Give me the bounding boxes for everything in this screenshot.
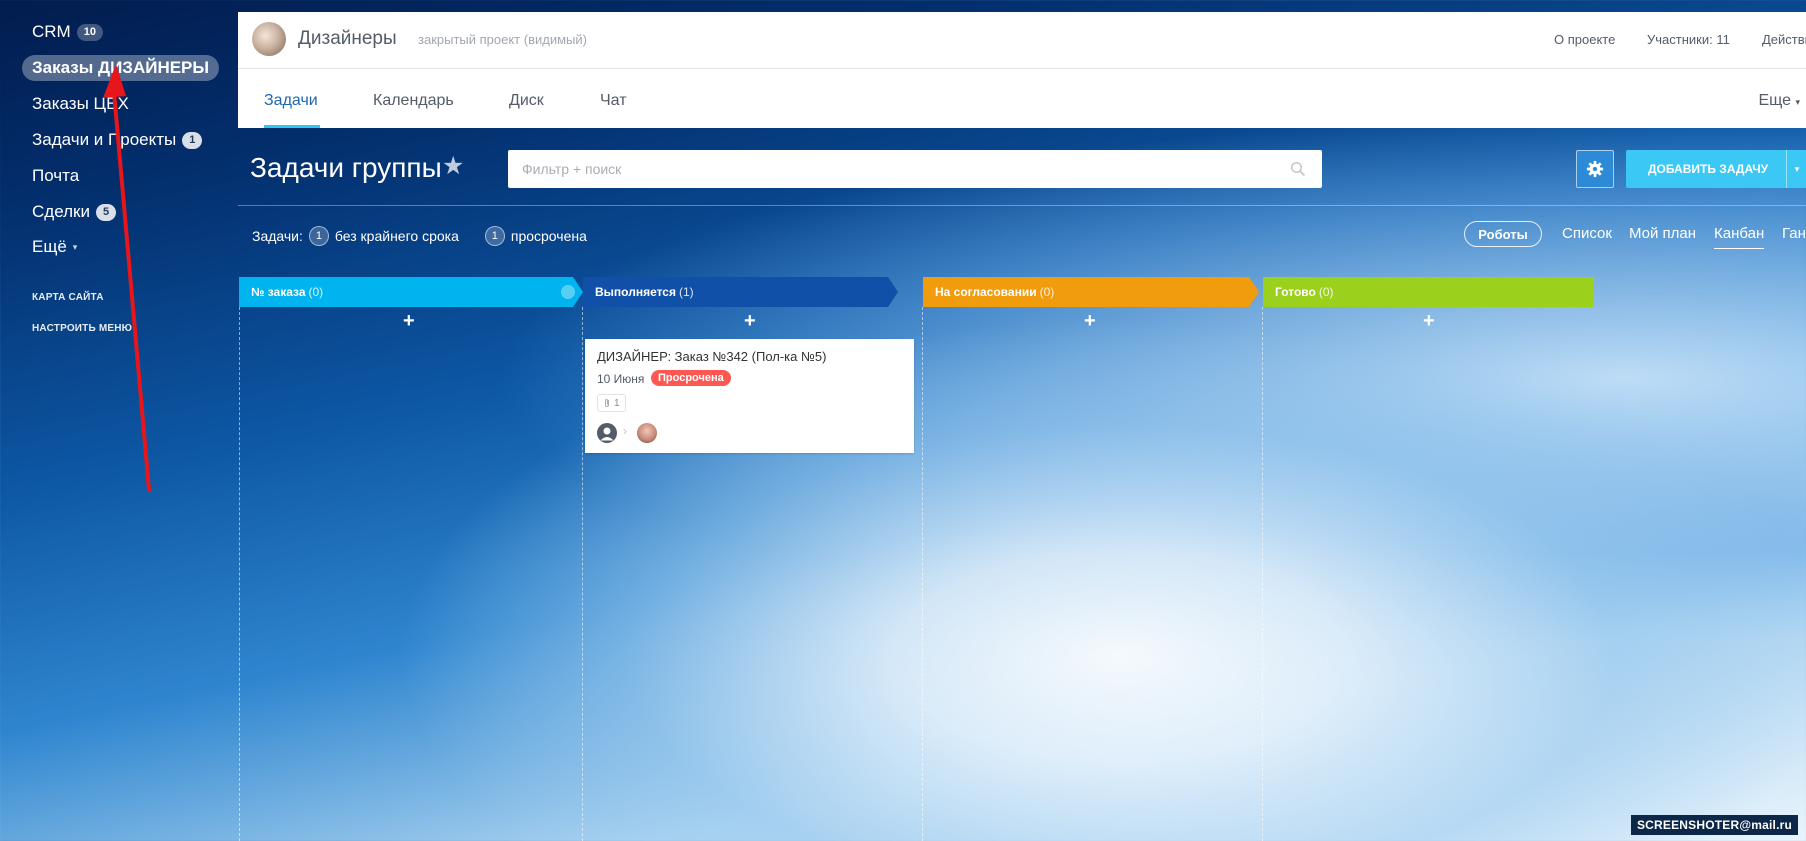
project-type: закрытый проект (видимый) xyxy=(418,32,587,47)
menu-item-deals[interactable]: Сделки 5 xyxy=(32,202,117,222)
menu-item-crm[interactable]: CRM 10 xyxy=(32,22,103,42)
add-task-plus-approval[interactable]: + xyxy=(1084,310,1096,333)
menu-item-label: Задачи и Проекты xyxy=(32,130,177,149)
task-counters: Задачи: 1 без крайнего срока 1 просрочен… xyxy=(252,226,587,246)
stage-order-number[interactable]: № заказа (0) xyxy=(239,277,583,307)
responsible-avatar[interactable] xyxy=(637,423,657,443)
more-label: Еще xyxy=(1758,92,1792,109)
stage-in-progress[interactable]: Выполняется (1) xyxy=(583,277,898,307)
menu-item-mail[interactable]: Почта xyxy=(32,166,79,186)
left-menu: CRM 10 Заказы ДИЗАЙНЕРЫ Заказы ЦЕХ Задач… xyxy=(0,0,238,841)
stage-count: (0) xyxy=(308,285,324,299)
attachments-count: 1 xyxy=(614,397,620,409)
settings-button[interactable] xyxy=(1576,150,1614,188)
column-border xyxy=(582,307,583,841)
menu-item-label: Заказы ДИЗАЙНЕРЫ xyxy=(32,58,210,77)
star-icon[interactable]: ★ xyxy=(442,151,464,181)
task-title[interactable]: ДИЗАЙНЕР: Заказ №342 (Пол-ка №5) xyxy=(597,349,827,364)
project-name[interactable]: Дизайнеры xyxy=(298,28,397,50)
chevron-down-icon: ▾ xyxy=(72,241,78,252)
creator-avatar[interactable] xyxy=(597,423,617,443)
menu-item-counter: 10 xyxy=(76,23,103,41)
no-deadline-link[interactable]: без крайнего срока xyxy=(335,228,459,244)
menu-item-label: Ещё xyxy=(32,237,67,256)
toolbar-divider xyxy=(238,205,1806,206)
add-task-button[interactable]: ДОБАВИТЬ ЗАДАЧУ xyxy=(1626,150,1806,188)
menu-item-tasks-projects[interactable]: Задачи и Проекты 1 xyxy=(32,130,203,150)
tab-calendar[interactable]: Календарь xyxy=(373,92,454,110)
project-tabs: Задачи Календарь Диск Чат Еще ▾ xyxy=(238,69,1806,128)
tab-disk[interactable]: Диск xyxy=(509,92,544,110)
menu-item-label: Заказы ЦЕХ xyxy=(32,94,129,113)
site-map-link[interactable]: КАРТА САЙТА xyxy=(32,292,104,303)
paperclip-icon xyxy=(605,399,609,407)
column-border xyxy=(239,307,240,841)
chevron-right-icon: › xyxy=(623,424,627,438)
about-project-link[interactable]: О проекте xyxy=(1554,32,1615,47)
no-deadline-count[interactable]: 1 xyxy=(308,226,329,246)
stage-count: (0) xyxy=(1039,285,1055,299)
stage-approval[interactable]: На согласовании (0) xyxy=(923,277,1259,307)
add-task-plus-in-progress[interactable]: + xyxy=(744,310,756,333)
tab-tasks[interactable]: Задачи xyxy=(264,92,318,110)
overdue-count[interactable]: 1 xyxy=(484,226,505,246)
tabs-more-button[interactable]: Еще ▾ xyxy=(1758,92,1800,110)
column-border xyxy=(1262,307,1263,841)
page-title: Задачи группы xyxy=(250,152,442,183)
attachments-badge[interactable]: 1 xyxy=(597,394,626,412)
stage-count: (0) xyxy=(1318,285,1334,299)
chevron-down-icon: ▾ xyxy=(1795,97,1800,107)
members-link[interactable]: Участники: 11 xyxy=(1647,32,1730,47)
menu-item-label: Почта xyxy=(32,166,80,185)
add-task-plus-done[interactable]: + xyxy=(1423,310,1435,333)
tab-chat[interactable]: Чат xyxy=(600,92,627,110)
overdue-link[interactable]: просрочена xyxy=(511,228,587,244)
view-gantt[interactable]: Ган xyxy=(1782,225,1806,242)
menu-item-orders-workshop[interactable]: Заказы ЦЕХ xyxy=(32,94,129,114)
chevron-down-icon: ▾ xyxy=(1794,163,1800,174)
search-icon[interactable] xyxy=(1290,161,1306,177)
view-kanban[interactable]: Канбан xyxy=(1714,225,1765,249)
actions-link[interactable]: Действия xyxy=(1762,32,1806,47)
stage-done[interactable]: Готово (0) xyxy=(1263,277,1594,307)
view-list[interactable]: Список xyxy=(1562,225,1612,242)
counters-label: Задачи: xyxy=(252,228,303,244)
task-card[interactable]: ДИЗАЙНЕР: Заказ №342 (Пол-ка №5) 10 Июня… xyxy=(585,339,914,453)
menu-item-orders-designers[interactable]: Заказы ДИЗАЙНЕРЫ xyxy=(22,55,220,81)
stage-title: № заказа xyxy=(251,285,306,299)
stage-count: (1) xyxy=(678,285,694,299)
active-tab-indicator xyxy=(264,125,320,128)
watermark: SCREENSHOTER@mail.ru xyxy=(1630,815,1798,835)
menu-item-label: Сделки xyxy=(32,202,90,221)
menu-item-counter: 1 xyxy=(182,131,203,149)
add-task-plus-order-number[interactable]: + xyxy=(403,310,415,333)
menu-item-counter: 5 xyxy=(95,203,117,221)
search-input[interactable] xyxy=(508,150,1296,188)
task-deadline: 10 Июня xyxy=(597,372,645,386)
add-task-menu-button[interactable]: ▾ xyxy=(1786,150,1806,188)
status-badge: Просрочена xyxy=(651,370,731,386)
gear-icon xyxy=(1586,160,1604,178)
project-header: Дизайнеры закрытый проект (видимый) О пр… xyxy=(238,12,1806,69)
menu-item-more[interactable]: Ещё ▾ xyxy=(32,237,77,257)
user-icon xyxy=(600,427,614,441)
stage-title: Готово xyxy=(1275,285,1316,299)
menu-item-label: CRM xyxy=(32,22,71,41)
project-avatar[interactable] xyxy=(252,22,286,56)
stage-edit-icon[interactable] xyxy=(561,285,575,299)
view-my-plan[interactable]: Мой план xyxy=(1629,225,1696,242)
stage-title: На согласовании xyxy=(935,285,1037,299)
filter-search xyxy=(508,150,1322,188)
stage-title: Выполняется xyxy=(595,285,676,299)
robots-button[interactable]: Роботы xyxy=(1464,221,1542,247)
column-border xyxy=(922,307,923,841)
configure-menu-link[interactable]: НАСТРОИТЬ МЕНЮ xyxy=(32,323,132,334)
